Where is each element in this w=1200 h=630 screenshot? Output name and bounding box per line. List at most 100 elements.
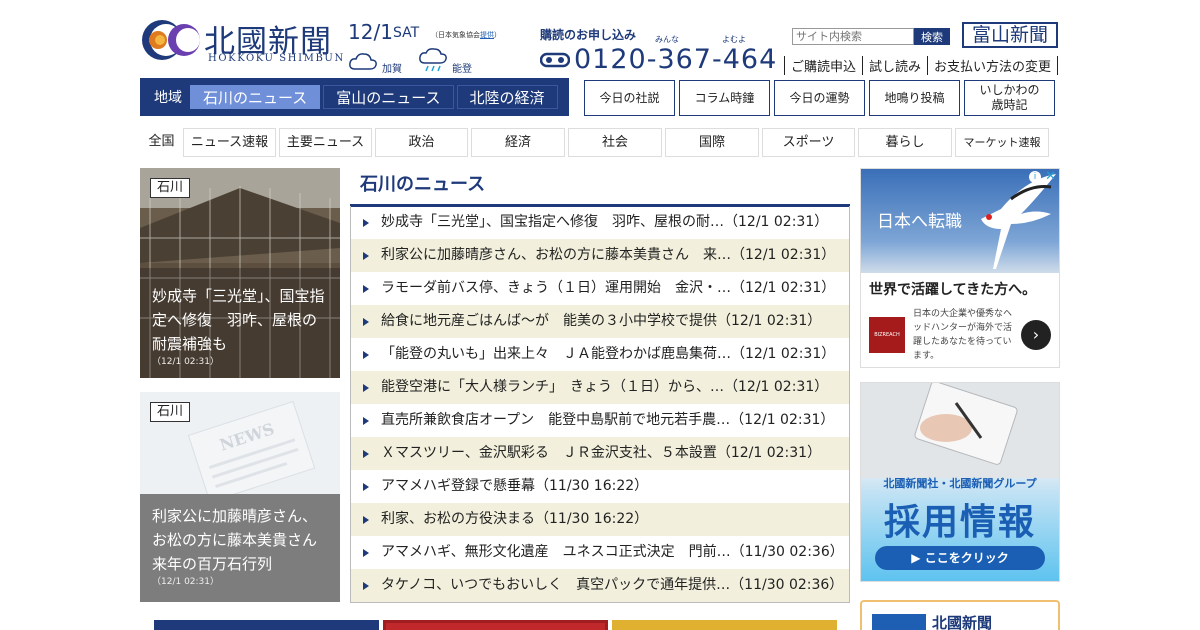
horoscope-button[interactable]: 今日の運勢	[774, 80, 865, 116]
weather-source-link[interactable]: 提供	[480, 31, 494, 39]
ad-body: 世界で活躍してきた方へ。 BIZREACH 日本の大企業や優秀なヘッドハンターが…	[861, 273, 1059, 367]
list-item[interactable]: ラモーダ前バス停、きょう（１日）運用開始 金沢・…（12/1 02:31）	[351, 272, 849, 305]
subscribe-title: 購読のお申し込み	[540, 28, 637, 42]
chevron-right-icon[interactable]: ›	[1021, 320, 1051, 350]
list-item[interactable]: 能登空港に「大人様ランチ」 きょう（１日）から、…（12/1 02:31）	[351, 371, 849, 404]
ad-title: 採用情報	[883, 502, 1036, 543]
cloud-icon	[349, 52, 377, 70]
editorial-button[interactable]: 今日の社説	[584, 80, 675, 116]
phone-number: 0120-367-464	[574, 44, 778, 75]
weather-noto[interactable]: 能登	[418, 46, 472, 75]
category-market-news[interactable]: マーケット速報	[955, 128, 1049, 157]
triangle-right-icon	[363, 548, 369, 557]
region-tag: 石川	[150, 178, 191, 198]
search-button[interactable]: 検索	[914, 28, 950, 45]
banner-2[interactable]	[383, 620, 608, 630]
list-item[interactable]: 直売所兼飲食店オープン 能登中島駅前で地元若手農…（12/1 02:31）	[351, 404, 849, 437]
tab-toyama-news[interactable]: 富山のニュース	[323, 85, 454, 109]
triangle-right-icon	[363, 350, 369, 359]
ad-info-icon[interactable]: i	[1029, 171, 1041, 183]
ad-click-button[interactable]: ▶ ここをクリック	[875, 546, 1045, 570]
featured-story-2[interactable]: NEWS 石川 利家公に加藤晴彦さん、お松の方に藤本美貴さん 来年の百万石行列 …	[140, 392, 340, 602]
list-item[interactable]: アマメハギ、無形文化遺産 ユネスコ正式決定 門前…（11/30 02:36）	[351, 536, 849, 569]
ad-hokkoku-shimbun[interactable]: 北國新聞	[860, 600, 1060, 630]
ad-close-icon[interactable]: ✕	[1045, 169, 1056, 184]
triangle-right-icon	[363, 284, 369, 293]
payment-change-link[interactable]: お支払い方法の変更	[927, 56, 1059, 75]
triangle-right-icon	[363, 515, 369, 524]
list-item[interactable]: 妙成寺「三光堂」、国宝指定へ修復 羽咋、屋根の耐…（12/1 02:31）	[351, 206, 849, 239]
list-item[interactable]: 利家、お松の方役決まる（11/30 16:22）	[351, 503, 849, 536]
list-item[interactable]: アマメハギ登録で懸垂幕（11/30 16:22）	[351, 470, 849, 503]
ad-image-text: 日本へ転職	[877, 212, 962, 232]
triangle-right-icon	[363, 251, 369, 260]
logo-subtitle: HOKKOKU SHIMBUN	[208, 53, 345, 64]
cloud-rain-icon	[419, 47, 447, 71]
search-input[interactable]	[792, 28, 914, 45]
banner-3[interactable]	[612, 620, 837, 630]
weather-source: （日本気象協会提供）	[431, 31, 501, 39]
current-date: 12/1	[348, 20, 393, 44]
ad-headline: 世界で活躍してきた方へ。	[869, 282, 1037, 298]
region-nav-label: 地域	[154, 90, 182, 106]
ad-logo: BIZREACH	[869, 317, 905, 353]
category-top-news[interactable]: 主要ニュース	[279, 128, 372, 157]
list-item[interactable]: 給食に地元産ごはんば～が 能美の３小中学校で提供（12/1 02:31）	[351, 305, 849, 338]
trial-read-link[interactable]: 試し読み	[862, 56, 927, 75]
triangle-right-icon	[363, 482, 369, 491]
list-item[interactable]: 「能登の丸いも」出来上々 ＪＡ能登わかば鹿島集荷…（12/1 02:31）	[351, 338, 849, 371]
ad-image: 日本へ転職 i ✕	[861, 169, 1059, 273]
region-tag: 石川	[150, 402, 191, 422]
ad-detail: BIZREACH 日本の大企業や優秀なヘッドハンターが海外で活躍したあなたを待っ…	[869, 307, 1051, 363]
logo-mark-icon	[142, 20, 200, 60]
triangle-right-icon	[363, 218, 369, 227]
tab-hokuriku-economy[interactable]: 北陸の経済	[456, 85, 558, 109]
category-society[interactable]: 社会	[568, 128, 662, 157]
list-item[interactable]: Ｘマスツリー、金沢駅彩る ＪＲ金沢支社、５本設置（12/1 02:31）	[351, 437, 849, 470]
category-sports[interactable]: スポーツ	[762, 128, 855, 157]
reader-post-button[interactable]: 地鳴り投稿	[869, 80, 960, 116]
news-section-header: 石川のニュース	[350, 170, 850, 207]
ad-logo	[872, 614, 926, 630]
column-jisho-button[interactable]: コラム時鐘	[679, 80, 770, 116]
story-caption: 妙成寺「三光堂」、国宝指定へ修復 羽咋、屋根の耐震補強も （12/1 02:31…	[140, 274, 340, 378]
list-item[interactable]: タケノコ、いつでもおいしく 真空パックで通年提供…（11/30 02:36）	[351, 569, 849, 602]
hand-writing-photo	[861, 383, 1059, 478]
story-title: 妙成寺「三光堂」、国宝指定へ修復 羽咋、屋根の耐震補強も	[152, 287, 325, 353]
triangle-right-icon	[363, 416, 369, 425]
toyama-shimbun-link[interactable]: 富山新聞	[962, 22, 1058, 48]
day-of-week: SAT	[393, 25, 420, 41]
news-section-title[interactable]: 石川のニュース	[350, 170, 850, 202]
category-international[interactable]: 国際	[665, 128, 759, 157]
ad-bizreach[interactable]: 日本へ転職 i ✕ 世界で活躍してきた方へ。 BIZREACH 日本の大企業や優…	[860, 168, 1060, 368]
region-nav: 地域 石川のニュース 富山のニュース 北陸の経済	[140, 78, 569, 116]
triangle-right-icon	[363, 581, 369, 590]
triangle-right-icon	[363, 449, 369, 458]
story-caption: 利家公に加藤晴彦さん、お松の方に藤本美貴さん 来年の百万石行列 （12/1 02…	[140, 494, 340, 602]
category-nav: 全国 ニュース速報 主要ニュース 政治 経済 社会 国際 スポーツ 暮らし マー…	[140, 128, 1052, 157]
category-politics[interactable]: 政治	[375, 128, 468, 157]
category-living[interactable]: 暮らし	[858, 128, 952, 157]
freedial-icon	[540, 52, 570, 67]
triangle-right-icon	[363, 317, 369, 326]
ad-recruitment[interactable]: 北國新聞社・北國新聞グループ 採用情報 ▶ ここをクリック	[860, 382, 1060, 582]
tab-ishikawa-news[interactable]: 石川のニュース	[190, 85, 321, 109]
weather-place: 加賀	[382, 64, 402, 75]
site-logo[interactable]: 北國新聞 HOKKOKU SHIMBUN	[140, 14, 343, 68]
story-time: （12/1 02:31）	[152, 577, 220, 587]
banner-1[interactable]	[154, 620, 379, 630]
bottom-banners	[154, 620, 837, 630]
site-search: 検索	[792, 28, 950, 45]
featured-story-1[interactable]: 石川 妙成寺「三光堂」、国宝指定へ修復 羽咋、屋根の耐震補強も （12/1 02…	[140, 168, 340, 378]
list-item[interactable]: 利家公に加藤晴彦さん、お松の方に藤本美貴さん 来…（12/1 02:31）	[351, 239, 849, 272]
ad-text: 日本の大企業や優秀なヘッドハンターが海外で活躍したあなたを待っています。	[913, 309, 1013, 361]
category-nav-label: 全国	[148, 134, 175, 149]
category-breaking-news[interactable]: ニュース速報	[183, 128, 276, 157]
subscription-links: ご購読申込 試し読み お支払い方法の変更	[784, 56, 1059, 75]
weather-kaga[interactable]: 加賀	[348, 46, 402, 75]
subscribe-link[interactable]: ご購読申込	[784, 56, 862, 75]
subscribe-phone[interactable]: 0120-367-464	[540, 44, 777, 75]
seasonal-calendar-button[interactable]: いしかわの 歳時記	[964, 80, 1055, 116]
ad-text: 北國新聞	[932, 614, 993, 630]
category-economy[interactable]: 経済	[471, 128, 565, 157]
